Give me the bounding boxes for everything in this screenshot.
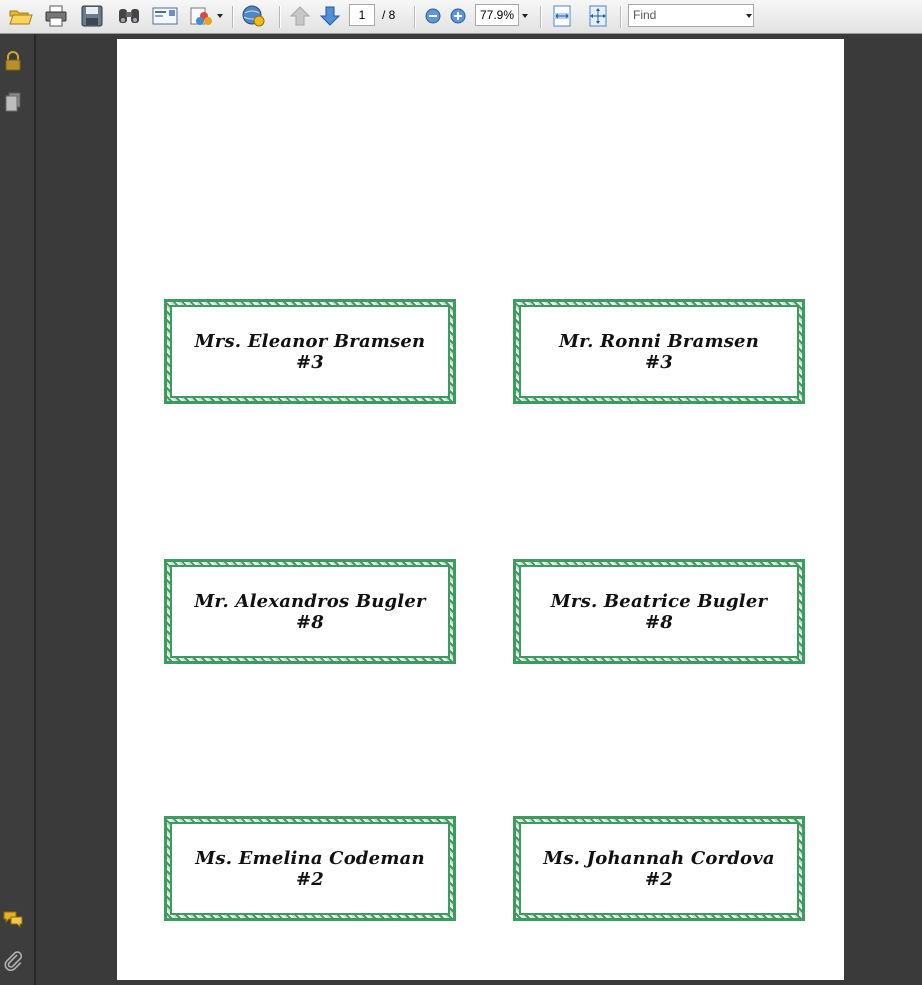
previous-page-icon[interactable] xyxy=(288,4,312,28)
toolbar: 1 / 8 77.9% Find xyxy=(0,0,922,34)
next-page-icon[interactable] xyxy=(318,4,342,28)
place-card-inner: Mr. Alexandros Bugler #8 xyxy=(170,565,450,658)
collaborate-dropdown-arrow-icon[interactable] xyxy=(217,14,223,18)
print-icon[interactable] xyxy=(43,4,69,28)
find-dropdown-arrow-icon[interactable] xyxy=(746,14,752,18)
guest-name: Mr. Alexandros Bugler xyxy=(194,590,426,612)
full-screen-icon[interactable] xyxy=(587,4,609,28)
guest-name: Mrs. Eleanor Bramsen xyxy=(194,330,426,352)
place-card: Mrs. Eleanor Bramsen #3 xyxy=(164,299,456,404)
comments-icon[interactable] xyxy=(2,908,24,930)
web-capture-icon[interactable] xyxy=(240,4,268,28)
find-binoculars-icon[interactable] xyxy=(116,4,142,28)
toolbar-separator xyxy=(279,6,281,28)
place-card-inner: Ms. Johannah Cordova #2 xyxy=(519,822,799,915)
toolbar-separator xyxy=(414,6,416,28)
zoom-level-input[interactable]: 77.9% xyxy=(475,4,519,26)
place-card: Mr. Alexandros Bugler #8 xyxy=(164,559,456,664)
guest-name: Ms. Emelina Codeman xyxy=(195,847,425,869)
place-card: Ms. Johannah Cordova #2 xyxy=(513,816,805,921)
table-number: #3 xyxy=(295,351,324,373)
place-card: Mrs. Beatrice Bugler #8 xyxy=(513,559,805,664)
place-card-inner: Mrs. Eleanor Bramsen #3 xyxy=(170,305,450,398)
save-icon[interactable] xyxy=(80,4,104,28)
collaborate-icon[interactable] xyxy=(188,4,216,28)
document-viewport[interactable]: Mrs. Eleanor Bramsen #3 Mr. Ronni Bramse… xyxy=(36,34,922,985)
navigation-pane xyxy=(0,34,36,985)
page-total-label: / 8 xyxy=(382,8,396,22)
zoom-out-icon[interactable] xyxy=(424,4,442,28)
attachments-icon[interactable] xyxy=(2,949,24,971)
pages-icon[interactable] xyxy=(2,91,24,113)
zoom-in-icon[interactable] xyxy=(449,4,467,28)
toolbar-separator xyxy=(232,6,234,28)
place-card-inner: Mr. Ronni Bramsen #3 xyxy=(519,305,799,398)
guest-name: Ms. Johannah Cordova xyxy=(543,847,775,869)
page-number-input[interactable]: 1 xyxy=(349,4,375,26)
table-number: #8 xyxy=(644,611,673,633)
place-card: Ms. Emelina Codeman #2 xyxy=(164,816,456,921)
table-number: #2 xyxy=(295,868,324,890)
fit-width-icon[interactable] xyxy=(551,4,573,28)
place-card: Mr. Ronni Bramsen #3 xyxy=(513,299,805,404)
guest-name: Mr. Ronni Bramsen xyxy=(558,330,759,352)
find-input[interactable]: Find xyxy=(628,4,754,27)
pdf-page: Mrs. Eleanor Bramsen #3 Mr. Ronni Bramse… xyxy=(117,39,844,980)
guest-name: Mrs. Beatrice Bugler xyxy=(550,590,768,612)
table-number: #8 xyxy=(295,611,324,633)
lock-icon[interactable] xyxy=(2,50,24,72)
toolbar-separator xyxy=(620,6,622,28)
place-card-inner: Ms. Emelina Codeman #2 xyxy=(170,822,450,915)
zoom-dropdown-arrow-icon[interactable] xyxy=(522,14,528,18)
open-folder-icon[interactable] xyxy=(8,4,34,28)
place-card-inner: Mrs. Beatrice Bugler #8 xyxy=(519,565,799,658)
table-number: #2 xyxy=(644,868,673,890)
toolbar-separator xyxy=(540,6,542,28)
email-icon[interactable] xyxy=(151,4,179,28)
table-number: #3 xyxy=(644,351,673,373)
